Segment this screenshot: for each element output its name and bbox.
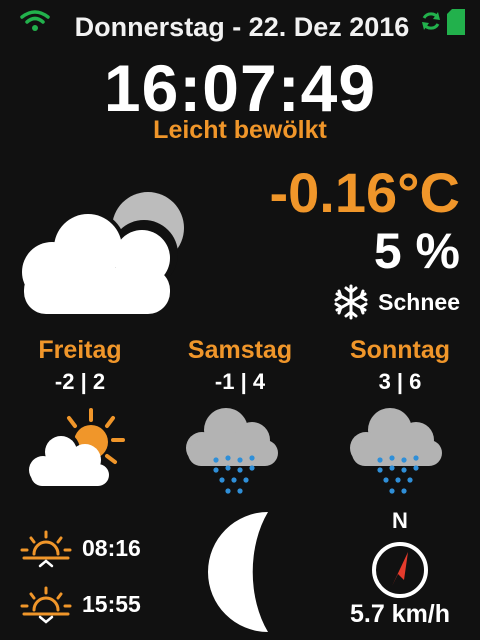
sync-icon [422,12,440,30]
wind-direction: N [392,508,408,533]
forecast-day-2: Samstag -1 | 4 [160,336,320,395]
humidity-value: 5 % [373,223,460,279]
forecast-day-name: Samstag [187,336,293,364]
date-label: Donnerstag - 22. Dez 2016 [74,12,410,42]
forecast-day-3: Sonntag 3 | 6 [320,336,480,395]
forecast-temps: -1 | 4 [214,369,266,394]
moon-phase-icon [208,512,268,632]
sd-card-icon [447,9,465,35]
forecast-day-1: Freitag -2 | 2 [0,336,160,395]
temperature-value: -0.16°C [269,161,460,224]
precipitation-info: Schnee [332,284,460,320]
sunrise-row: 08:16 [18,528,141,568]
compass-arrow-icon [372,542,428,598]
wind-speed: 5.7 km/h [349,600,451,628]
snowflake-icon [334,284,368,320]
sunset-row: 15:55 [18,584,141,624]
sunset-time: 15:55 [82,590,141,617]
sunrise-icon [20,530,72,568]
forecast-day-name: Sonntag [350,336,450,364]
cloud-moon-icon [22,192,184,314]
rain-cloud-icon [350,408,442,494]
precipitation-label: Schnee [378,288,460,315]
sunrise-time: 08:16 [82,534,141,561]
clock-time: 16:07:49 [103,51,377,125]
forecast-temps: 3 | 6 [378,369,422,394]
weather-condition: Leicht bewölkt [153,116,327,144]
partly-cloudy-sun-icon [29,408,125,486]
forecast-temps: -2 | 2 [54,369,106,394]
wifi-icon [20,10,50,31]
forecast-day-name: Freitag [38,336,122,364]
sunset-icon [20,586,72,624]
rain-cloud-icon [186,408,278,494]
